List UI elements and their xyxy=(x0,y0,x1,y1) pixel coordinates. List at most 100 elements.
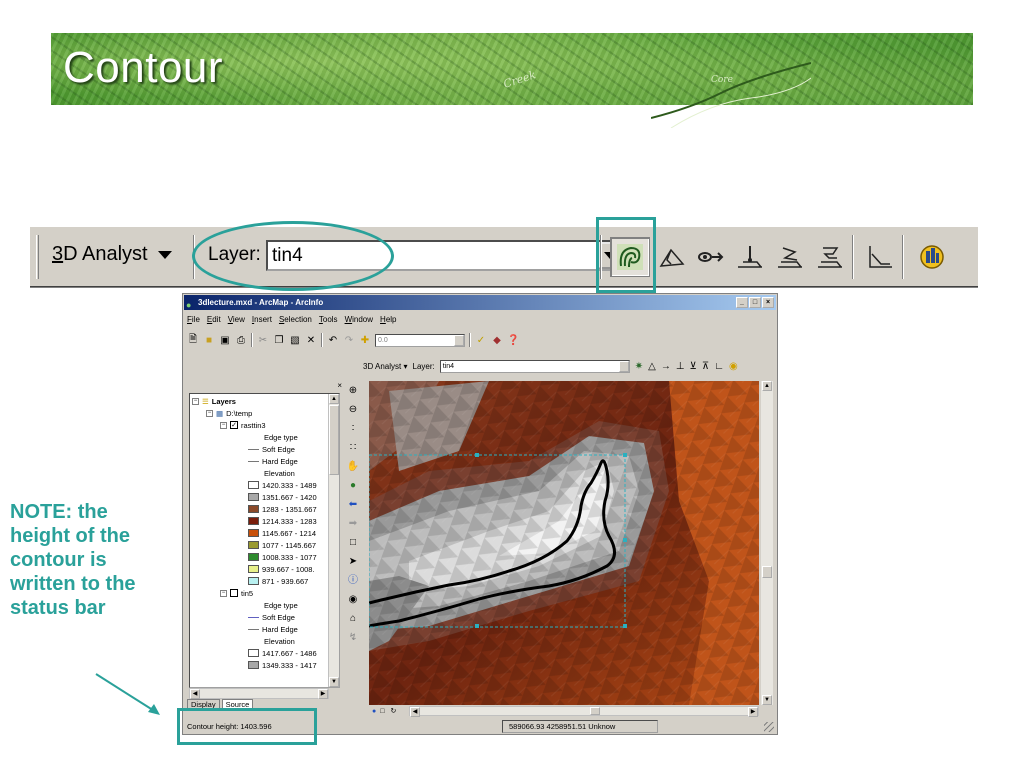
visibility-checkbox[interactable]: ✓ xyxy=(230,421,238,429)
menu-window[interactable]: Window xyxy=(345,315,373,324)
interpolate-line-tool-button[interactable] xyxy=(770,237,810,277)
profile-graph-tool-button[interactable] xyxy=(860,237,900,277)
line-of-sight-tool-button[interactable] xyxy=(690,237,730,277)
layer-small-dropdown-button[interactable] xyxy=(618,360,629,372)
identify-icon[interactable]: ⓘ xyxy=(348,574,358,588)
layout-view-icon[interactable]: □ xyxy=(380,708,384,715)
color-swatch[interactable] xyxy=(248,661,259,669)
close-icon[interactable]: × xyxy=(337,381,342,390)
add-data-icon[interactable]: ✚ xyxy=(359,335,371,346)
scroll-left-icon[interactable]: ◀ xyxy=(410,707,420,717)
resize-grip-icon[interactable] xyxy=(764,722,774,732)
map-horizontal-scrollbar[interactable]: ◀ ▶ xyxy=(409,706,759,717)
scroll-thumb[interactable] xyxy=(762,566,772,578)
menu-edit[interactable]: Edit xyxy=(207,315,221,324)
interpolate-line-icon[interactable]: ⊻ xyxy=(690,361,697,372)
fixed-zoom-in-icon[interactable]: ∶ xyxy=(352,422,355,436)
map-scale-input[interactable]: 0.0 xyxy=(375,333,465,347)
visibility-checkbox[interactable] xyxy=(230,589,238,597)
scroll-thumb[interactable] xyxy=(329,405,339,475)
toolbar-grip[interactable] xyxy=(36,235,39,279)
whats-this-icon[interactable]: ❓ xyxy=(507,335,519,346)
map-display[interactable] xyxy=(369,381,759,705)
menu-file[interactable]: File xyxy=(187,315,200,324)
refresh-icon[interactable]: ↻ xyxy=(390,707,396,715)
tree-row-tin5[interactable]: − tin5 xyxy=(220,587,253,599)
arcscene-icon[interactable]: ◉ xyxy=(729,361,738,372)
zoom-out-icon[interactable]: ⊖ xyxy=(349,403,357,417)
maximize-button[interactable]: □ xyxy=(749,297,761,308)
print-icon[interactable]: ⎙ xyxy=(235,335,247,346)
interpolate-point-tool-button[interactable] xyxy=(730,237,770,277)
collapse-icon[interactable]: − xyxy=(220,421,227,429)
scroll-up-icon[interactable]: ▲ xyxy=(329,394,339,404)
color-swatch[interactable] xyxy=(248,565,259,573)
copy-icon[interactable]: ❐ xyxy=(273,335,285,346)
open-folder-icon[interactable]: ■ xyxy=(203,335,215,346)
full-extent-globe-icon[interactable]: ● xyxy=(350,479,356,493)
fixed-zoom-out-icon[interactable]: ∷ xyxy=(350,441,356,455)
tree-row-layers[interactable]: − ☰ Layers xyxy=(192,395,236,407)
save-icon[interactable]: ▣ xyxy=(219,335,231,346)
tree-row-rasttin3[interactable]: − ✓ rasttin3 xyxy=(220,419,266,431)
profile-graph-icon[interactable]: ∟ xyxy=(714,361,724,372)
redo-icon[interactable]: ↷ xyxy=(343,335,355,346)
tree-row-folder[interactable]: − ▦ D:\temp xyxy=(206,407,252,419)
back-arrow-icon[interactable]: ⬅ xyxy=(349,498,357,512)
hyperlink-icon[interactable]: ↯ xyxy=(349,631,357,645)
menu-view[interactable]: View xyxy=(228,315,245,324)
find-binoculars-icon[interactable]: ◉ xyxy=(349,593,358,607)
color-swatch[interactable] xyxy=(248,493,259,501)
scroll-down-icon[interactable]: ▼ xyxy=(762,695,772,705)
menu-insert[interactable]: Insert xyxy=(252,315,272,324)
menu-selection[interactable]: Selection xyxy=(279,315,312,324)
data-view-icon[interactable]: ● xyxy=(372,708,376,715)
scroll-thumb[interactable] xyxy=(590,707,600,715)
new-document-icon[interactable]: 🗎 xyxy=(187,332,199,349)
map-vertical-scrollbar[interactable]: ▲ ▼ xyxy=(761,381,773,705)
steepest-path-icon[interactable]: △ xyxy=(648,361,656,372)
select-elements-icon[interactable]: ➤ xyxy=(349,555,357,569)
collapse-icon[interactable]: − xyxy=(220,589,227,597)
interpolate-polygon-tool-button[interactable] xyxy=(810,237,850,277)
contour-icon[interactable]: ✷ xyxy=(635,361,643,372)
paste-icon[interactable]: ▧ xyxy=(289,335,301,346)
editor-toolbar-icon[interactable]: ✓ xyxy=(475,335,487,346)
scroll-up-icon[interactable]: ▲ xyxy=(762,381,772,391)
collapse-icon[interactable]: − xyxy=(192,397,199,405)
color-swatch[interactable] xyxy=(248,649,259,657)
toc-vertical-scrollbar[interactable]: ▲ ▼ xyxy=(328,394,339,687)
measure-icon[interactable]: ⌂ xyxy=(350,612,356,626)
color-swatch[interactable] xyxy=(248,577,259,585)
forward-arrow-icon[interactable]: ➡ xyxy=(349,517,357,531)
zoom-in-icon[interactable]: ⊕ xyxy=(349,384,357,398)
toc-horizontal-scrollbar[interactable]: ◀ ▶ xyxy=(189,688,329,699)
profile-point-icon[interactable]: ⊥ xyxy=(676,361,685,372)
pan-hand-icon[interactable]: ✋ xyxy=(347,460,359,474)
delete-icon[interactable]: ✕ xyxy=(305,335,317,346)
color-swatch[interactable] xyxy=(248,505,259,513)
layer-select-small[interactable]: tin4 xyxy=(439,359,630,373)
color-swatch[interactable] xyxy=(248,529,259,537)
arcscene-button[interactable] xyxy=(912,237,952,277)
scroll-left-icon[interactable]: ◀ xyxy=(190,689,200,699)
color-swatch[interactable] xyxy=(248,481,259,489)
color-swatch[interactable] xyxy=(248,541,259,549)
menu-help[interactable]: Help xyxy=(380,315,396,324)
scale-dropdown-button[interactable] xyxy=(454,334,464,346)
close-button[interactable]: × xyxy=(762,297,774,308)
scroll-down-icon[interactable]: ▼ xyxy=(329,677,339,687)
cut-icon[interactable]: ✂ xyxy=(257,335,269,346)
3d-analyst-menu[interactable]: 3D Analyst xyxy=(52,243,172,266)
minimize-button[interactable]: _ xyxy=(736,297,748,308)
scroll-right-icon[interactable]: ▶ xyxy=(748,707,758,717)
undo-icon[interactable]: ↶ xyxy=(327,335,339,346)
collapse-icon[interactable]: − xyxy=(206,409,213,417)
menu-tools[interactable]: Tools xyxy=(319,315,338,324)
color-swatch[interactable] xyxy=(248,517,259,525)
steepest-path-tool-button[interactable] xyxy=(652,237,692,277)
color-swatch[interactable] xyxy=(248,553,259,561)
scroll-right-icon[interactable]: ▶ xyxy=(318,689,328,699)
line-of-sight-icon[interactable]: → xyxy=(661,361,671,372)
interpolate-polygon-icon[interactable]: ⊼ xyxy=(702,361,709,372)
